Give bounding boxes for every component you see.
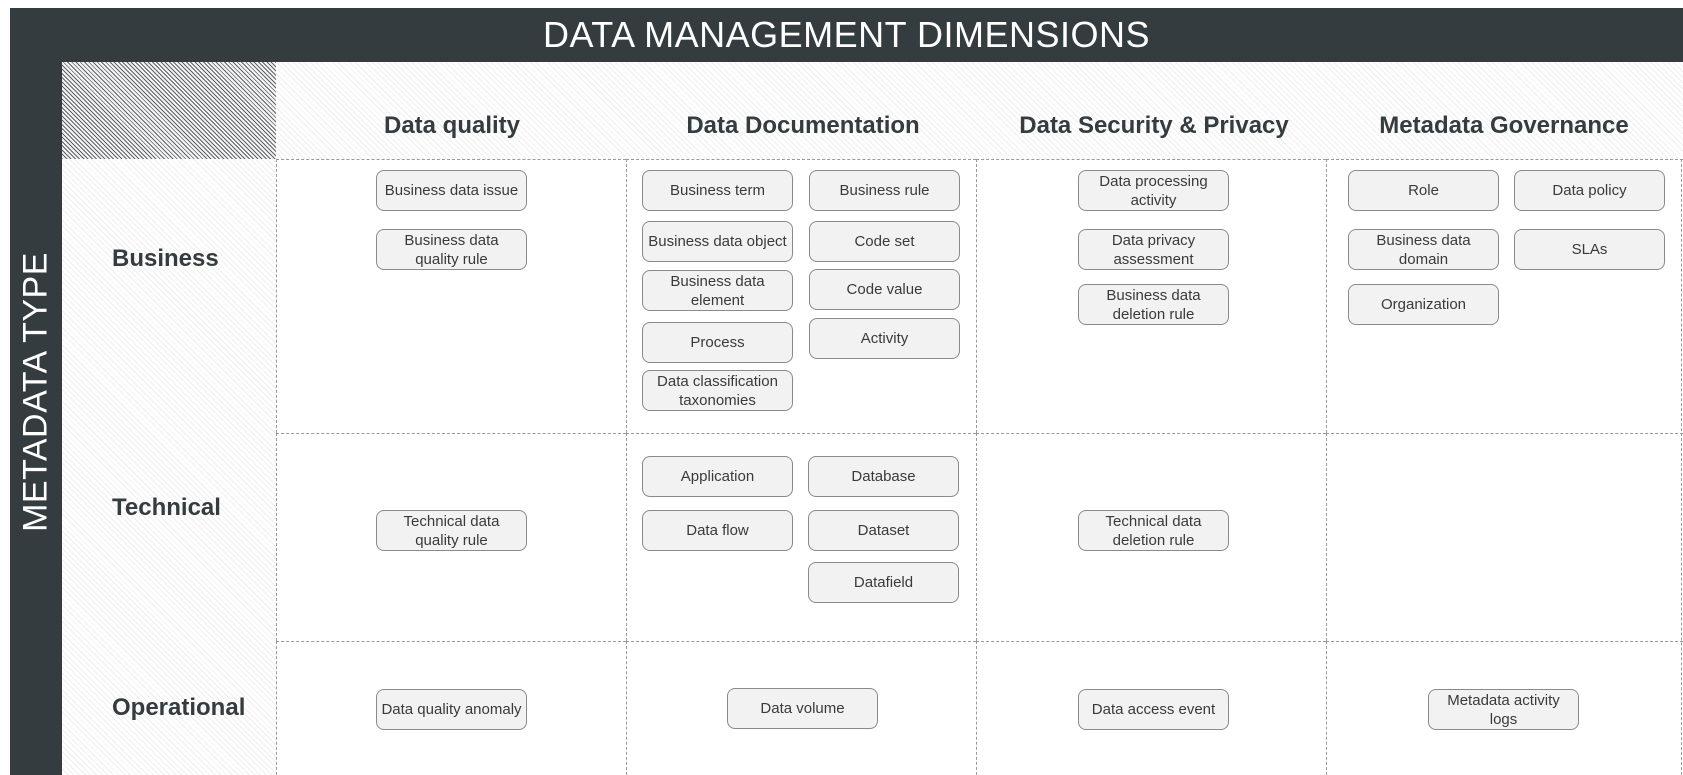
item-code-set: Code set [809, 221, 960, 262]
item-organization: Organization [1348, 284, 1499, 325]
row-header-business: Business [112, 245, 219, 272]
item-datafield: Datafield [808, 562, 959, 603]
item-data-privacy-assessment: Data privacy assessment [1078, 229, 1229, 270]
item-data-classification-taxonomies: Data classification taxonomies [642, 370, 793, 411]
item-business-data-object: Business data object [642, 221, 793, 262]
item-data-volume: Data volume [727, 688, 878, 729]
item-data-policy: Data policy [1514, 170, 1665, 211]
vertical-title: METADATA TYPE [16, 252, 55, 532]
title-bar: DATA MANAGEMENT DIMENSIONS [10, 8, 1683, 62]
item-technical-data-deletion-rule: Technical data deletion rule [1078, 510, 1229, 551]
item-business-rule: Business rule [809, 170, 960, 211]
row-header-operational: Operational [112, 694, 246, 721]
item-data-quality-anomaly: Data quality anomaly [376, 689, 527, 730]
item-business-data-issue: Business data issue [376, 170, 527, 211]
item-dataset: Dataset [808, 510, 959, 551]
header-area [276, 62, 1683, 159]
page-title: DATA MANAGEMENT DIMENSIONS [542, 14, 1151, 55]
side-bar: METADATA TYPE [10, 62, 62, 775]
item-role: Role [1348, 170, 1499, 211]
item-business-data-deletion-rule: Business data deletion rule [1078, 284, 1229, 325]
cell-technical-governance [1326, 433, 1683, 641]
column-header-data-quality: Data quality [383, 112, 521, 139]
item-business-data-element: Business data element [642, 270, 793, 311]
item-data-access-event: Data access event [1078, 689, 1229, 730]
grid-right-edge [1681, 159, 1682, 775]
corner-hatch [62, 62, 276, 159]
item-data-processing-activity: Data processing activity [1078, 170, 1229, 211]
item-data-flow: Data flow [642, 510, 793, 551]
item-business-data-quality-rule: Business data quality rule [376, 229, 527, 270]
column-header-data-security-privacy: Data Security & Privacy [1019, 112, 1289, 139]
column-header-metadata-governance: Metadata Governance [1379, 112, 1629, 139]
item-database: Database [808, 456, 959, 497]
item-technical-data-quality-rule: Technical data quality rule [376, 510, 527, 551]
item-metadata-activity-logs: Metadata activity logs [1428, 689, 1579, 730]
column-header-data-documentation: Data Documentation [686, 112, 920, 139]
item-process: Process [642, 322, 793, 363]
item-activity: Activity [809, 318, 960, 359]
item-slas: SLAs [1514, 229, 1665, 270]
item-code-value: Code value [809, 269, 960, 310]
item-application: Application [642, 456, 793, 497]
item-business-term: Business term [642, 170, 793, 211]
row-header-technical: Technical [112, 494, 221, 521]
item-business-data-domain: Business data domain [1348, 229, 1499, 270]
